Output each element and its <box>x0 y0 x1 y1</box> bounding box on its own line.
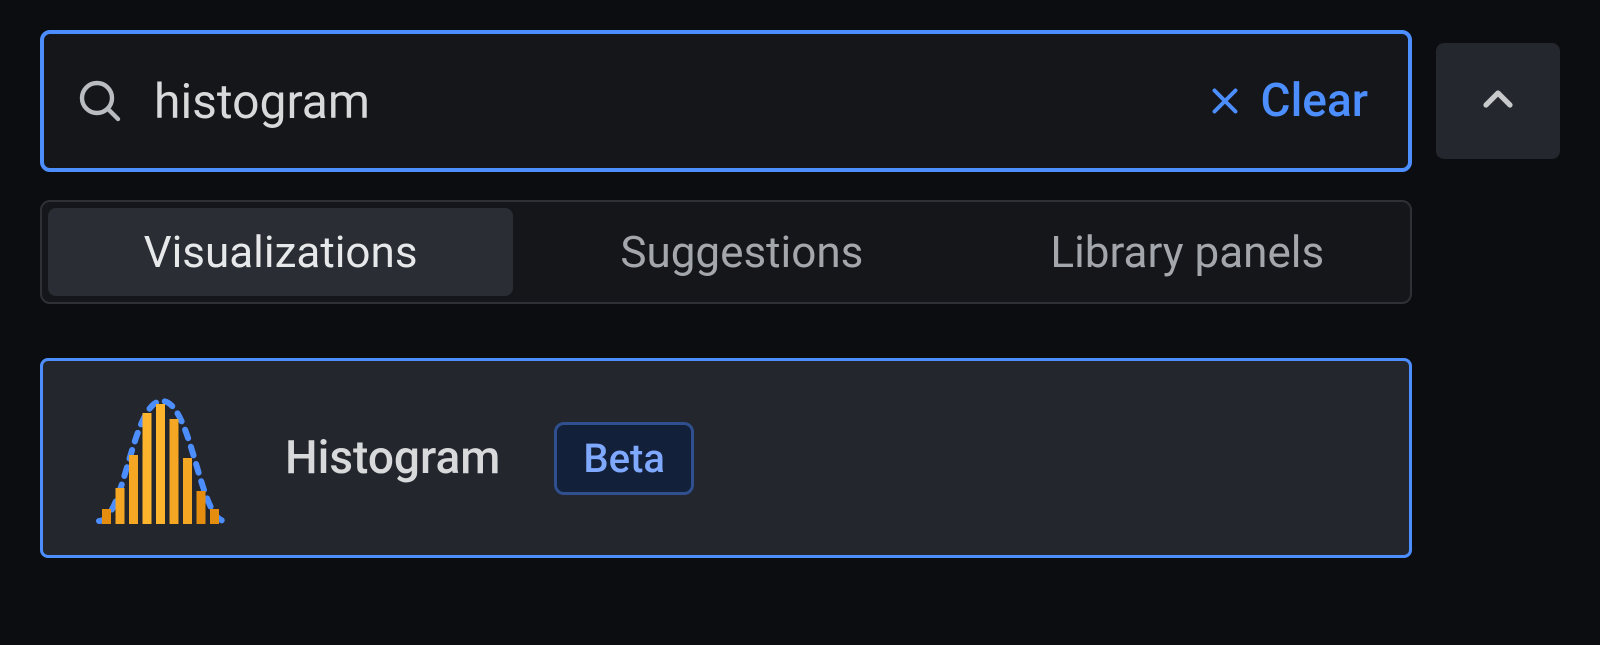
clear-label: Clear <box>1261 74 1368 128</box>
tab-label: Suggestions <box>620 226 863 278</box>
clear-button[interactable]: Clear <box>1207 74 1368 128</box>
search-input[interactable] <box>152 72 1207 131</box>
tab-visualizations[interactable]: Visualizations <box>48 208 513 296</box>
close-icon <box>1207 83 1243 119</box>
collapse-button[interactable] <box>1436 43 1560 159</box>
tab-label: Library panels <box>1050 226 1324 278</box>
view-tabs: Visualizations Suggestions Library panel… <box>40 200 1412 304</box>
result-title: Histogram <box>285 431 500 485</box>
chevron-up-icon <box>1474 75 1522 127</box>
histogram-icon <box>87 383 237 533</box>
tab-suggestions[interactable]: Suggestions <box>519 208 964 296</box>
search-icon <box>76 77 124 125</box>
search-field-wrap: Clear <box>40 30 1412 172</box>
tab-library-panels[interactable]: Library panels <box>965 208 1410 296</box>
beta-badge: Beta <box>554 422 694 495</box>
tab-label: Visualizations <box>144 226 418 278</box>
result-item-histogram[interactable]: Histogram Beta <box>40 358 1412 558</box>
results-list: Histogram Beta <box>40 358 1412 558</box>
